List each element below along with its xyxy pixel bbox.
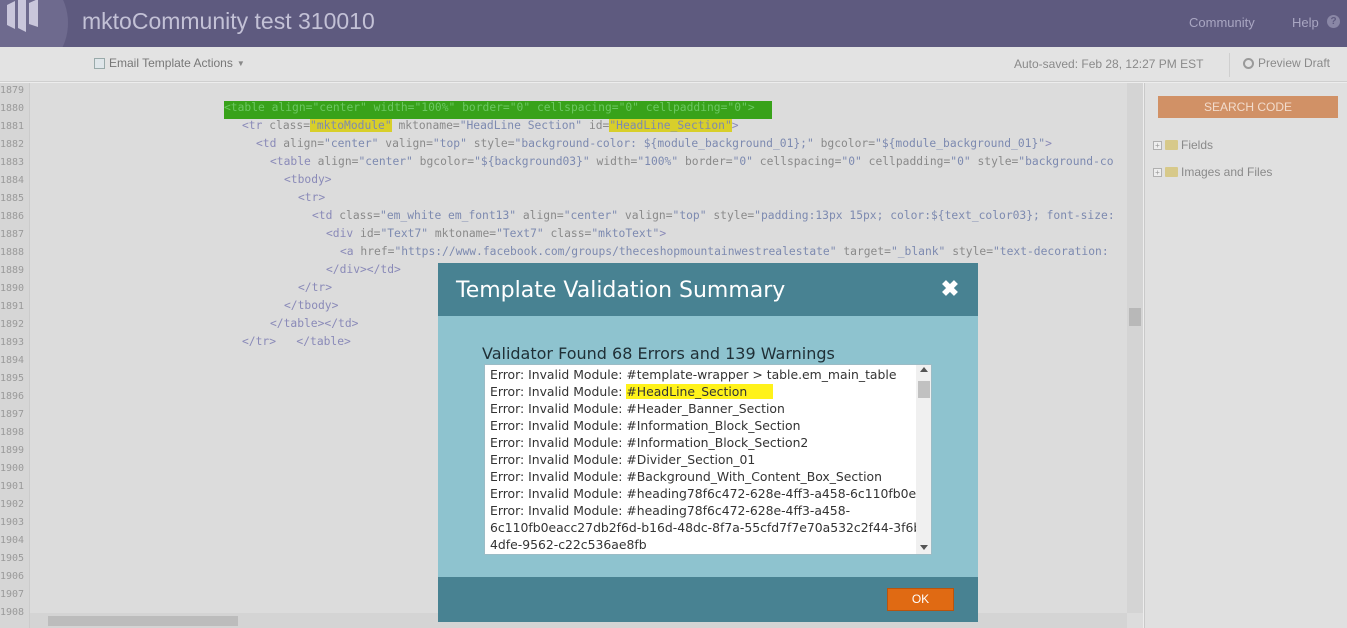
code-line[interactable]: <tbody> bbox=[284, 173, 332, 191]
email-template-actions-menu[interactable]: Email Template Actions ▼ bbox=[94, 56, 245, 70]
tree-item-label: Fields bbox=[1181, 138, 1214, 152]
list-item: Error: Invalid Module: #template-wrapper… bbox=[490, 367, 897, 382]
error-list-scroll-thumb[interactable] bbox=[918, 381, 930, 398]
list-item: Error: Invalid Module: #Header_Banner_Se… bbox=[490, 401, 785, 416]
line-number: 1901 bbox=[0, 481, 25, 492]
preview-draft-button[interactable]: Preview Draft bbox=[1243, 56, 1330, 70]
code-line[interactable]: <table align="center" width="100%" borde… bbox=[224, 101, 772, 119]
folder-icon bbox=[1165, 167, 1178, 177]
code-line[interactable]: <a href="https://www.facebook.com/groups… bbox=[340, 245, 1109, 263]
chevron-down-icon: ▼ bbox=[236, 58, 245, 68]
list-item: Error: Invalid Module: #Background_With_… bbox=[490, 469, 882, 484]
code-line[interactable]: <td align="center" valign="top" style="b… bbox=[256, 137, 1052, 155]
editor-vertical-scroll-thumb[interactable] bbox=[1129, 308, 1141, 326]
toolbar-divider bbox=[1229, 53, 1230, 77]
list-item-continuation: 4dfe-9562-c22c536ae8fb bbox=[490, 537, 647, 552]
list-item: Error: Invalid Module: #Divider_Section_… bbox=[490, 452, 756, 467]
code-line[interactable]: <table align="center" bgcolor="${backgro… bbox=[270, 155, 1114, 173]
expand-icon[interactable]: + bbox=[1153, 140, 1162, 150]
line-number-gutter: 1879 1880 1881 1882 1883 1884 1885 1886 1887 1888… bbox=[0, 83, 30, 628]
line-number: 1880 bbox=[0, 103, 25, 114]
highlighted-error: #HeadLine_Section bbox=[626, 384, 774, 399]
list-item-continuation: 6c110fb0eacc27db2f6d-b16d-48dc-8f7a-55cf… bbox=[490, 520, 926, 535]
line-number: 1881 bbox=[0, 121, 25, 132]
line-number: 1907 bbox=[0, 589, 25, 600]
list-item: Error: Invalid Module: #HeadLine_Section bbox=[490, 384, 774, 401]
line-number: 1888 bbox=[0, 247, 25, 258]
app-title: mktoCommunity test 310010 bbox=[82, 8, 375, 34]
line-number: 1908 bbox=[0, 607, 25, 618]
line-number: 1890 bbox=[0, 283, 25, 294]
marketo-logo-icon bbox=[7, 0, 38, 32]
preview-draft-label: Preview Draft bbox=[1258, 56, 1331, 70]
search-code-button[interactable]: SEARCH CODE bbox=[1158, 96, 1338, 118]
ok-button[interactable]: OK bbox=[887, 588, 954, 611]
close-icon[interactable]: ✖ bbox=[940, 277, 960, 301]
editor-vertical-scrollbar[interactable] bbox=[1127, 83, 1143, 613]
code-line[interactable]: <td class="em_white em_font13" align="ce… bbox=[312, 209, 1115, 227]
tree-item-images-and-files[interactable]: + Images and Files bbox=[1153, 165, 1272, 179]
magnifier-icon bbox=[1243, 57, 1254, 69]
template-icon bbox=[94, 57, 105, 69]
expand-icon[interactable]: + bbox=[1153, 167, 1162, 177]
community-link[interactable]: Community bbox=[1189, 15, 1255, 30]
code-line[interactable]: <div id="Text7" mktoname="Text7" class="… bbox=[326, 227, 666, 245]
line-number: 1879 bbox=[0, 85, 25, 96]
list-item: Error: Invalid Module: #heading78f6c472-… bbox=[490, 486, 932, 501]
line-number: 1903 bbox=[0, 517, 25, 528]
scroll-up-arrow-icon[interactable] bbox=[920, 367, 928, 372]
list-item: Error: Invalid Module: #heading78f6c472-… bbox=[490, 503, 851, 518]
help-icon[interactable]: ? bbox=[1327, 15, 1340, 28]
code-line[interactable]: </tbody> bbox=[284, 299, 338, 317]
line-number: 1894 bbox=[0, 355, 25, 366]
line-number: 1904 bbox=[0, 535, 25, 546]
email-template-actions-label: Email Template Actions bbox=[109, 56, 233, 70]
list-item: Error: Invalid Module: #Information_Bloc… bbox=[490, 435, 809, 450]
line-number: 1895 bbox=[0, 373, 25, 384]
error-list[interactable]: Error: Invalid Module: #template-wrapper… bbox=[484, 364, 932, 555]
code-line[interactable]: <tr> bbox=[298, 191, 325, 209]
modal-footer: OK bbox=[438, 577, 978, 622]
line-number: 1906 bbox=[0, 571, 25, 582]
line-number: 1893 bbox=[0, 337, 25, 348]
validation-summary-text: Validator Found 68 Errors and 139 Warnin… bbox=[482, 344, 835, 363]
line-number: 1896 bbox=[0, 391, 25, 402]
code-line[interactable]: </tr> bbox=[298, 281, 332, 299]
code-line[interactable]: </tr> </table> bbox=[242, 335, 351, 353]
line-number: 1899 bbox=[0, 445, 25, 456]
line-number: 1882 bbox=[0, 139, 25, 150]
line-number: 1884 bbox=[0, 175, 25, 186]
help-link[interactable]: Help bbox=[1292, 15, 1319, 30]
modal-title: Template Validation Summary bbox=[456, 278, 786, 303]
app-header: mktoCommunity test 310010 Community Help… bbox=[0, 0, 1347, 71]
line-number: 1883 bbox=[0, 157, 25, 168]
line-number: 1905 bbox=[0, 553, 25, 564]
code-line[interactable]: <tr class="mktoModule" mktoname="HeadLin… bbox=[242, 119, 739, 137]
line-number: 1889 bbox=[0, 265, 25, 276]
line-number: 1898 bbox=[0, 427, 25, 438]
modal-header: Template Validation Summary ✖ bbox=[438, 263, 978, 316]
tree-item-fields[interactable]: + Fields bbox=[1153, 138, 1213, 152]
line-number: 1902 bbox=[0, 499, 25, 510]
error-list-scrollbar[interactable] bbox=[916, 365, 931, 554]
editor-horizontal-scroll-thumb[interactable] bbox=[48, 616, 238, 626]
folder-icon bbox=[1165, 140, 1178, 150]
scroll-down-arrow-icon[interactable] bbox=[920, 545, 928, 550]
code-line[interactable]: </table></td> bbox=[270, 317, 358, 335]
line-number: 1887 bbox=[0, 229, 25, 240]
tree-item-label: Images and Files bbox=[1181, 165, 1273, 179]
validation-modal: Template Validation Summary ✖ Validator … bbox=[438, 263, 978, 622]
line-number: 1885 bbox=[0, 193, 25, 204]
line-number: 1886 bbox=[0, 211, 25, 222]
line-number: 1892 bbox=[0, 319, 25, 330]
code-line[interactable]: </div></td> bbox=[326, 263, 401, 281]
autosave-status: Auto-saved: Feb 28, 12:27 PM EST bbox=[1014, 57, 1204, 71]
toolbar: Email Template Actions ▼ Auto-saved: Feb… bbox=[0, 47, 1347, 82]
line-number: 1897 bbox=[0, 409, 25, 420]
line-number: 1891 bbox=[0, 301, 25, 312]
line-number: 1900 bbox=[0, 463, 25, 474]
list-item: Error: Invalid Module: #Information_Bloc… bbox=[490, 418, 801, 433]
